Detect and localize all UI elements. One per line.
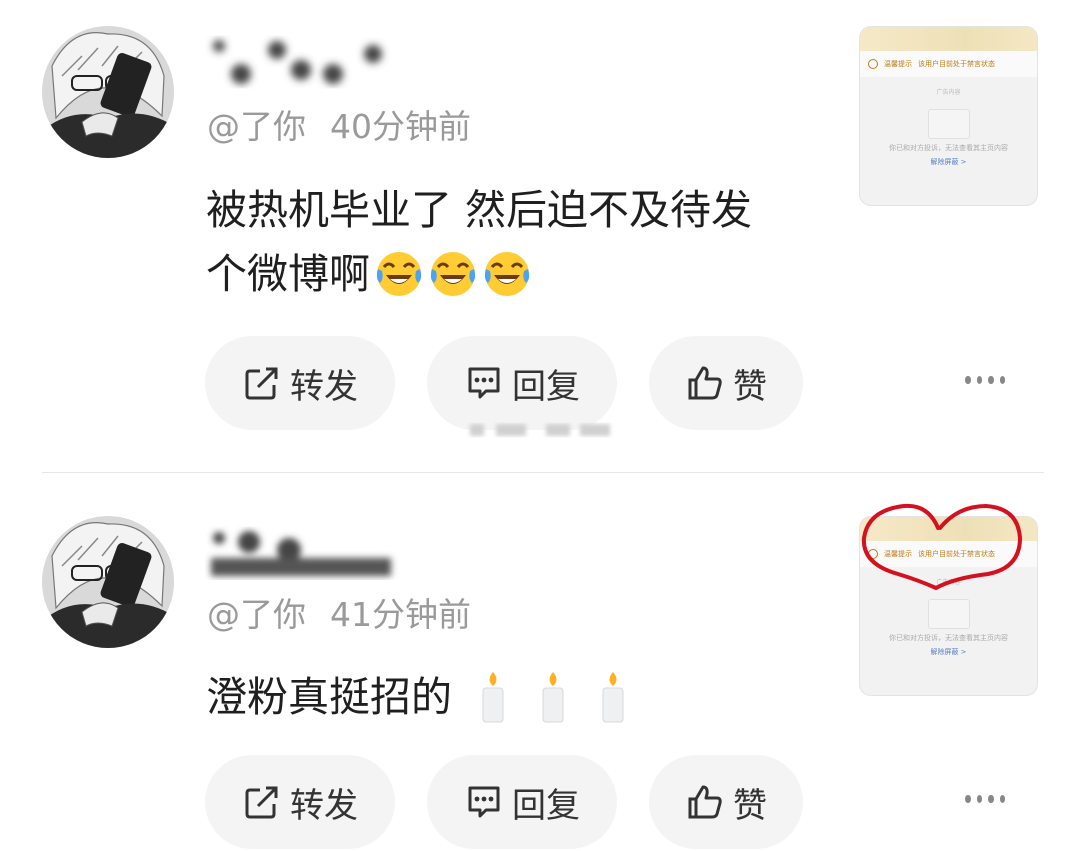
comment-text: 被热机毕业了 然后迫不及待发 个微博啊 bbox=[206, 178, 826, 306]
share-icon bbox=[245, 367, 278, 400]
laughing-crying-emoji bbox=[484, 252, 530, 296]
author-meta: @了你 40分钟前 bbox=[207, 100, 471, 148]
thumbnail-center-text: 广告内容 bbox=[936, 89, 961, 96]
repost-label: 转发 bbox=[290, 366, 358, 407]
action-bar: 转发 回复 赞 bbox=[205, 336, 1065, 432]
thumbs-up-icon bbox=[688, 366, 722, 400]
more-options-icon[interactable] bbox=[965, 370, 1005, 390]
action-bar: 转发 回复 赞 bbox=[205, 755, 1065, 851]
empty-box-icon bbox=[928, 599, 970, 629]
author-handle[interactable]: @了你 bbox=[207, 107, 306, 146]
like-label: 赞 bbox=[733, 366, 767, 407]
laughing-crying-emoji bbox=[430, 252, 476, 296]
comment-icon bbox=[468, 786, 500, 818]
thumbnail-banner bbox=[860, 27, 1037, 51]
thumbnail-notice: 温馨提示 该用户目前处于禁言状态 bbox=[860, 51, 1037, 77]
comment-icon bbox=[468, 367, 500, 399]
timestamp: 41分钟前 bbox=[330, 595, 471, 634]
reply-button[interactable]: 回复 bbox=[427, 755, 617, 849]
blurred-reply-preview bbox=[470, 424, 610, 436]
blurred-username bbox=[211, 531, 391, 576]
reply-label: 回复 bbox=[512, 785, 580, 826]
blurred-username bbox=[213, 40, 382, 84]
candle-emoji bbox=[602, 672, 624, 723]
comment-text-line: 个微博啊 bbox=[206, 250, 370, 298]
candle-emoji bbox=[482, 672, 504, 723]
timestamp: 40分钟前 bbox=[330, 107, 471, 146]
like-label: 赞 bbox=[733, 785, 767, 826]
notice-right: 该用户目前处于禁言状态 bbox=[918, 60, 995, 68]
repost-button[interactable]: 转发 bbox=[205, 336, 395, 430]
candle-emoji bbox=[542, 672, 564, 723]
red-heart-annotation bbox=[861, 503, 1023, 591]
like-button[interactable]: 赞 bbox=[649, 336, 803, 430]
more-options-icon[interactable] bbox=[965, 789, 1005, 809]
laughing-crying-emoji bbox=[376, 252, 422, 296]
comment-text: 澄粉真挺招的 bbox=[206, 665, 826, 729]
reply-button[interactable]: 回复 bbox=[427, 336, 617, 430]
like-button[interactable]: 赞 bbox=[649, 755, 803, 849]
empty-box-icon bbox=[928, 109, 970, 139]
comment-text-line: 被热机毕业了 然后迫不及待发 bbox=[206, 186, 753, 234]
repost-button[interactable]: 转发 bbox=[205, 755, 395, 849]
author-handle[interactable]: @了你 bbox=[207, 595, 306, 634]
screenshot-thumbnail[interactable]: 温馨提示 该用户目前处于禁言状态 广告内容 你已和对方投诉，无法查看其主页内容 解… bbox=[859, 26, 1038, 206]
divider bbox=[42, 472, 1044, 473]
comment-text-line: 澄粉真挺招的 bbox=[206, 673, 452, 721]
reply-label: 回复 bbox=[512, 366, 580, 407]
share-icon bbox=[245, 786, 278, 819]
avatar[interactable] bbox=[42, 516, 174, 648]
notice-left: 温馨提示 bbox=[884, 60, 912, 68]
thumbs-up-icon bbox=[688, 785, 722, 819]
author-meta: @了你 41分钟前 bbox=[207, 588, 471, 636]
repost-label: 转发 bbox=[290, 785, 358, 826]
avatar[interactable] bbox=[42, 26, 174, 158]
